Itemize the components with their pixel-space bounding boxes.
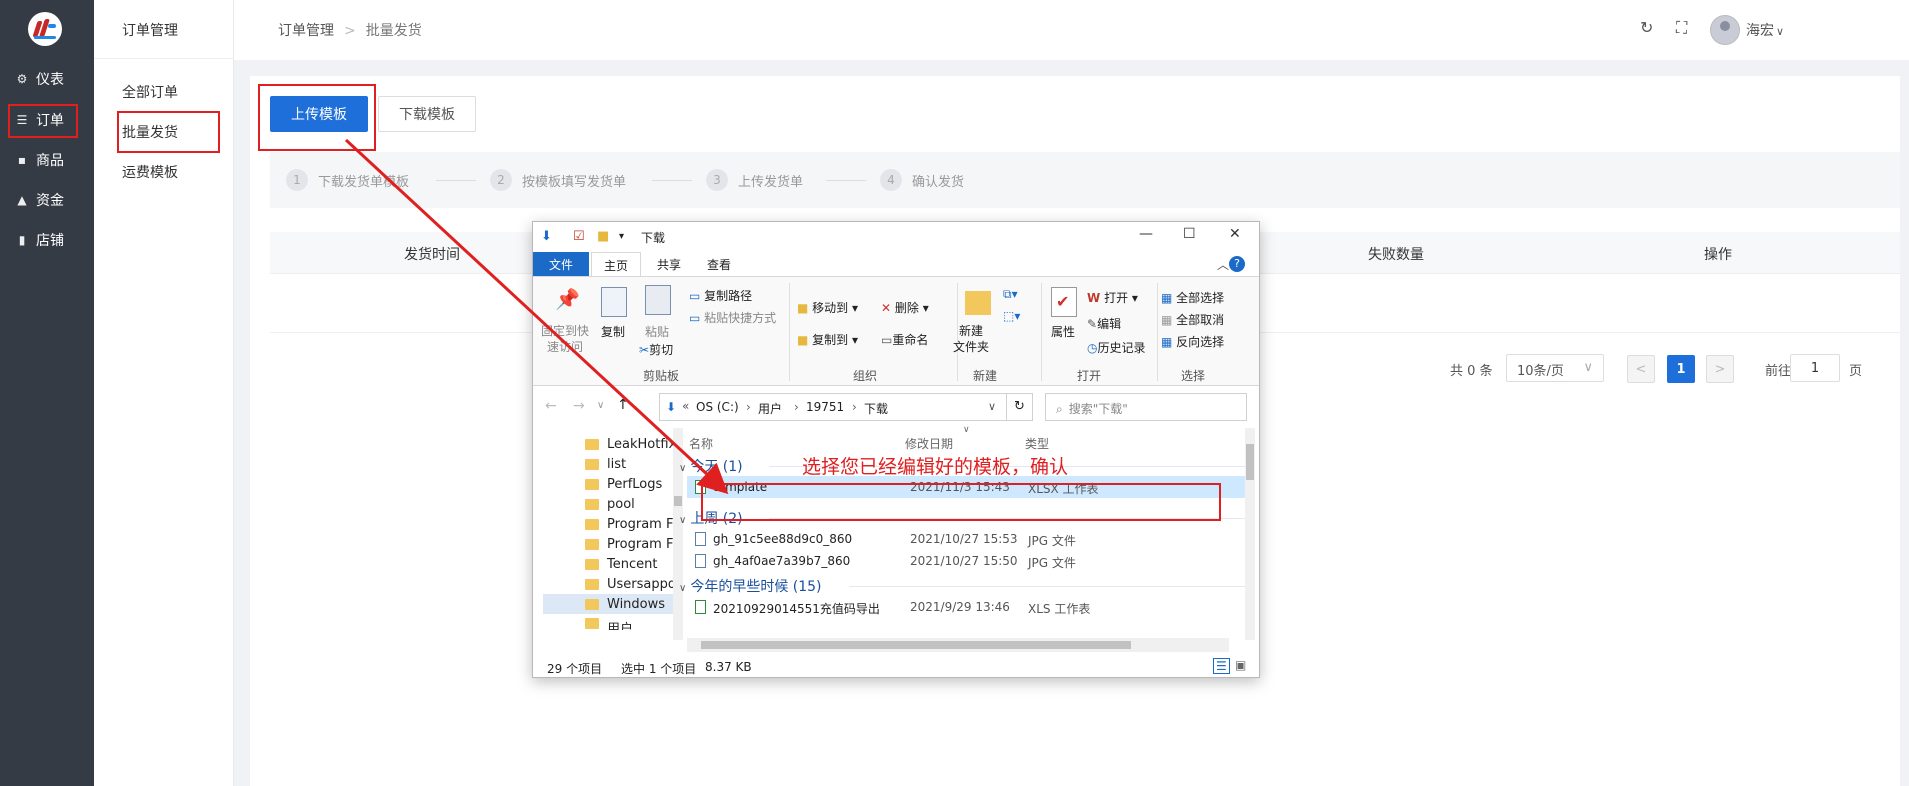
annotation-arrow [344, 138, 729, 495]
